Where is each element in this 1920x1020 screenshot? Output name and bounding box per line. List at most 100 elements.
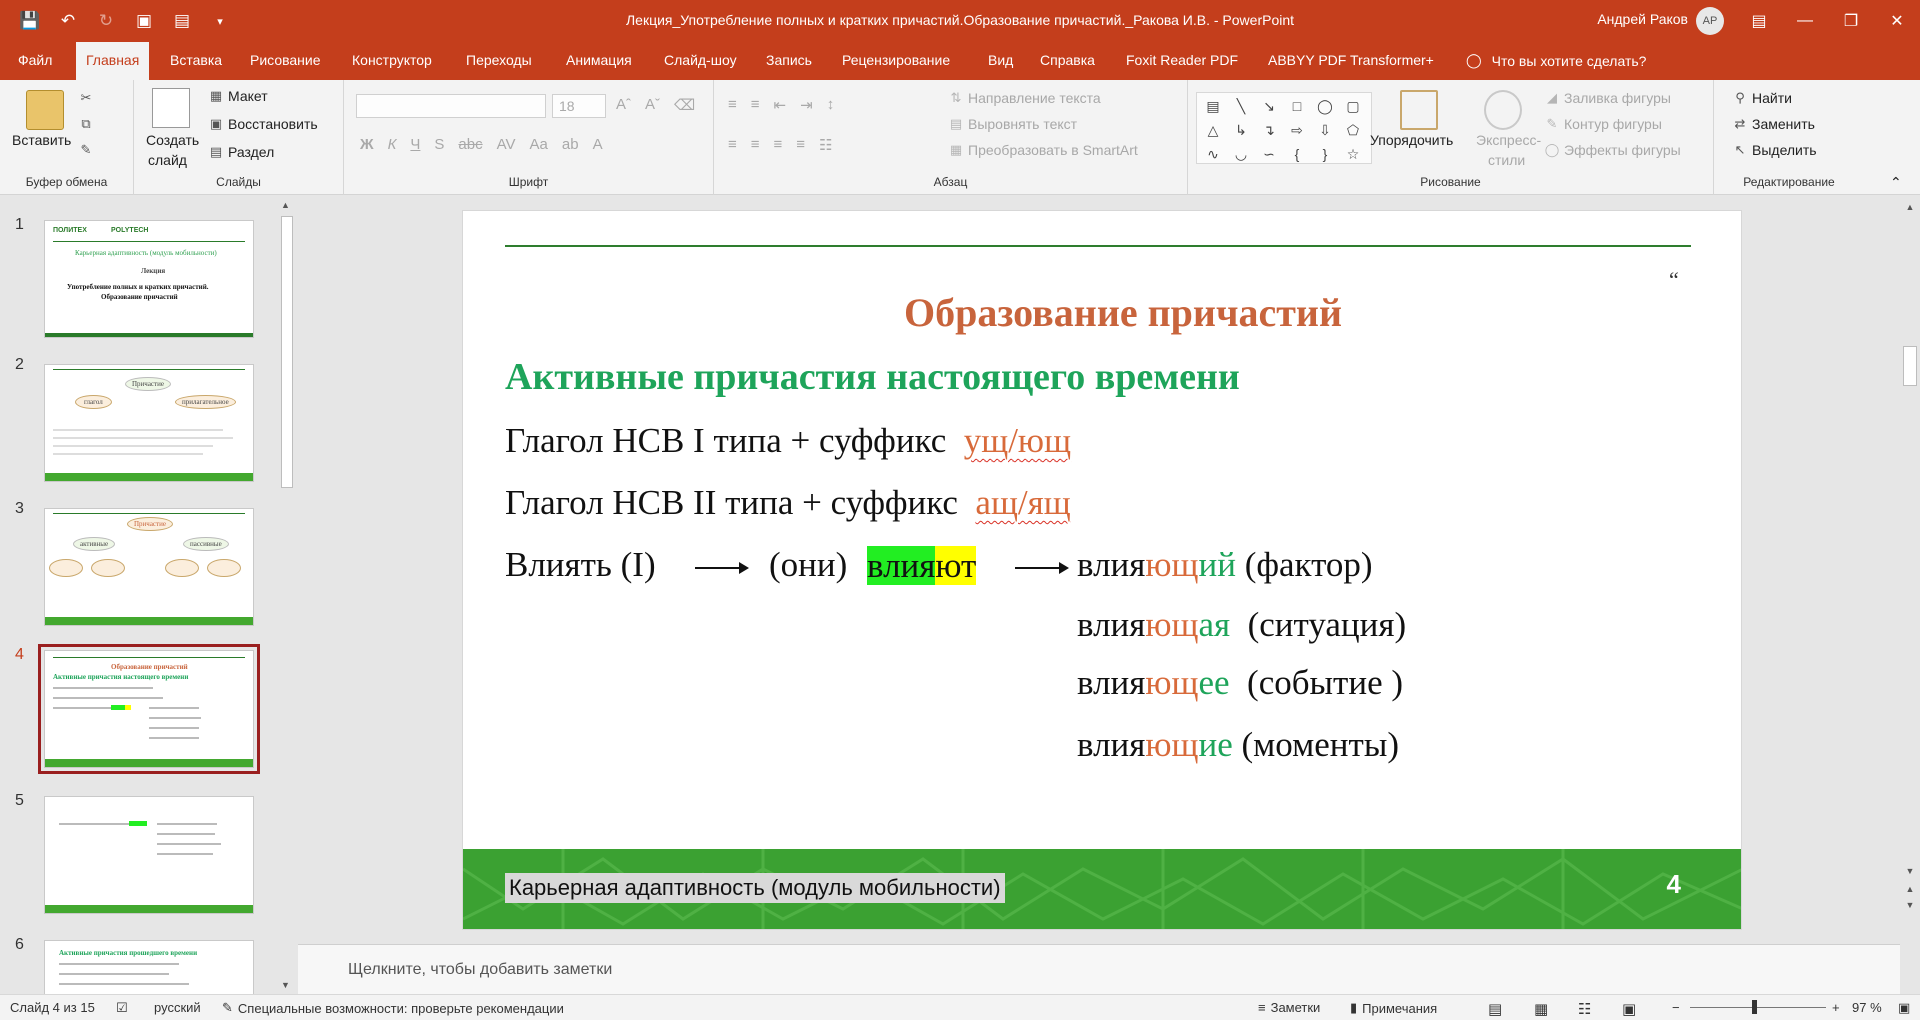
text-direction-button[interactable]: ⇅ Направление текста bbox=[948, 90, 1101, 106]
shape-fill-button[interactable]: ◢ Заливка фигуры bbox=[1544, 90, 1671, 106]
scroll-down-icon[interactable]: ▼ bbox=[1903, 864, 1917, 878]
tab-view[interactable]: Вид bbox=[988, 52, 1013, 68]
tab-home[interactable]: Главная bbox=[76, 42, 150, 80]
zoom-out-icon[interactable]: − bbox=[1672, 1000, 1680, 1015]
align-center-icon[interactable]: ≡ bbox=[751, 136, 760, 154]
participle-form-1[interactable]: влияющий (фактор) bbox=[1077, 545, 1373, 585]
slide-thumbnail-4[interactable]: Образование причастий Активные причастия… bbox=[38, 644, 260, 774]
wave-shape-icon[interactable]: ∽ bbox=[1257, 143, 1281, 165]
shape-outline-button[interactable]: ✎ Контур фигуры bbox=[1544, 116, 1662, 132]
reset-button[interactable]: ▣ Восстановить bbox=[208, 116, 318, 132]
example-form[interactable]: влияют bbox=[867, 545, 977, 587]
brace-left-shape-icon[interactable]: { bbox=[1285, 143, 1309, 165]
slideshow-view-icon[interactable]: ▣ bbox=[1622, 1000, 1636, 1018]
quick-styles-icon[interactable] bbox=[1484, 90, 1522, 130]
slide-canvas[interactable]: “ Образование причастий Активные причаст… bbox=[462, 210, 1742, 930]
format-painter-icon[interactable]: ✎ bbox=[78, 142, 94, 158]
arrow-line-shape-icon[interactable]: ↘ bbox=[1257, 95, 1281, 117]
select-button[interactable]: ↖ Выделить bbox=[1732, 142, 1817, 158]
thumbnails-scrollbar[interactable]: ▲ ▼ bbox=[278, 196, 296, 994]
quick-styles-button-line2[interactable]: стили bbox=[1488, 152, 1525, 168]
star-shape-icon[interactable]: ☆ bbox=[1341, 143, 1365, 165]
fit-slide-icon[interactable]: ▣ bbox=[1898, 1000, 1910, 1016]
curve-shape-icon[interactable]: ∿ bbox=[1201, 143, 1225, 165]
minimize-icon[interactable]: — bbox=[1782, 0, 1828, 42]
zoom-slider-thumb[interactable] bbox=[1752, 1000, 1757, 1014]
font-color-icon[interactable]: A bbox=[593, 136, 603, 153]
strikethrough-icon[interactable]: abc bbox=[458, 136, 482, 153]
layout-button[interactable]: ▦ Макет bbox=[208, 88, 268, 104]
paste-icon[interactable] bbox=[26, 90, 64, 130]
quick-styles-button[interactable]: Экспресс- bbox=[1476, 132, 1541, 148]
shape-effects-button[interactable]: ◯ Эффекты фигуры bbox=[1544, 142, 1681, 158]
down-arrow-shape-icon[interactable]: ⇩ bbox=[1313, 119, 1337, 141]
shadow-icon[interactable]: S bbox=[434, 136, 444, 153]
slide-counter[interactable]: Слайд 4 из 15 bbox=[10, 1000, 95, 1015]
tab-draw[interactable]: Рисование bbox=[250, 52, 321, 68]
decrease-indent-icon[interactable]: ⇤ bbox=[774, 96, 787, 114]
slide-thumbnail-5[interactable] bbox=[44, 796, 254, 914]
scroll-up-icon[interactable]: ▲ bbox=[281, 200, 290, 210]
bold-icon[interactable]: Ж bbox=[360, 136, 374, 153]
smartart-button[interactable]: ▦ Преобразовать в SmartArt bbox=[948, 142, 1138, 158]
user-name[interactable]: Андрей Раков bbox=[1597, 11, 1688, 27]
bullets-icon[interactable]: ≡ bbox=[728, 96, 737, 114]
spellcheck-icon[interactable]: ☑ bbox=[116, 1000, 128, 1016]
brace-right-shape-icon[interactable]: } bbox=[1313, 143, 1337, 165]
slide-thumbnail-1[interactable]: ПОЛИТЕХ POLYTECH Карьерная адаптивность … bbox=[44, 220, 254, 338]
participle-form-4[interactable]: влияющие (моменты) bbox=[1077, 725, 1399, 765]
align-right-icon[interactable]: ≡ bbox=[774, 136, 783, 154]
ribbon-display-icon[interactable]: ▤ bbox=[1736, 0, 1782, 42]
replace-button[interactable]: ⇄ Заменить bbox=[1732, 116, 1815, 132]
underline-icon[interactable]: Ч bbox=[410, 136, 420, 153]
participle-form-3[interactable]: влияющее (событие ) bbox=[1077, 663, 1403, 703]
example-they[interactable]: (они) bbox=[769, 545, 847, 585]
zoom-slider[interactable] bbox=[1690, 1007, 1826, 1008]
numbering-icon[interactable]: ≡ bbox=[751, 96, 760, 114]
accessibility-button[interactable]: ✎ Специальные возможности: проверьте реко… bbox=[222, 1000, 564, 1016]
tell-me-search[interactable]: ◯ Что вы хотите сделать? bbox=[1466, 52, 1646, 69]
slide-thumbnail-3[interactable]: Причастие активные пассивные bbox=[44, 508, 254, 626]
slide-thumbnail-6[interactable]: Активные причастия прошедшего времени bbox=[44, 940, 254, 994]
justify-icon[interactable]: ≡ bbox=[796, 136, 805, 154]
tab-design[interactable]: Конструктор bbox=[352, 52, 432, 68]
arrange-button[interactable]: Упорядочить bbox=[1370, 132, 1453, 148]
tab-animations[interactable]: Анимация bbox=[566, 52, 632, 68]
slide-scrollbar[interactable]: ▲ ▼ ▲ ▼ bbox=[1900, 196, 1920, 994]
avatar[interactable]: АР bbox=[1696, 7, 1724, 35]
oval-shape-icon[interactable]: ◯ bbox=[1313, 95, 1337, 117]
tab-transitions[interactable]: Переходы bbox=[466, 52, 532, 68]
align-left-icon[interactable]: ≡ bbox=[728, 136, 737, 154]
example-verb[interactable]: Влиять (I) bbox=[505, 545, 656, 585]
language-indicator[interactable]: русский bbox=[154, 1000, 201, 1015]
reading-view-icon[interactable]: ☷ bbox=[1578, 1000, 1591, 1018]
slide-title[interactable]: Образование причастий bbox=[463, 289, 1741, 336]
cut-icon[interactable]: ✂ bbox=[78, 90, 94, 106]
triangle-shape-icon[interactable]: △ bbox=[1201, 119, 1225, 141]
rectangle-shape-icon[interactable]: □ bbox=[1285, 95, 1309, 117]
previous-slide-icon[interactable]: ▲ bbox=[1903, 882, 1917, 896]
block-arrow-shape-icon[interactable]: ⇨ bbox=[1285, 119, 1309, 141]
zoom-level[interactable]: 97 % bbox=[1852, 1000, 1882, 1015]
italic-icon[interactable]: К bbox=[388, 136, 397, 153]
new-slide-button[interactable]: Создать bbox=[146, 132, 199, 148]
thumbnails-scroll-thumb[interactable] bbox=[281, 216, 293, 488]
notes-pane[interactable]: Щелкните, чтобы добавить заметки bbox=[298, 944, 1900, 994]
slide-thumbnail-2[interactable]: Причастие глагол прилагательное bbox=[44, 364, 254, 482]
normal-view-icon[interactable]: ▤ bbox=[1488, 1000, 1502, 1018]
tab-file[interactable]: Файл bbox=[18, 52, 52, 68]
line-spacing-icon[interactable]: ↕ bbox=[827, 96, 835, 114]
restore-icon[interactable]: ❐ bbox=[1828, 0, 1874, 42]
collapse-ribbon-icon[interactable]: ⌃ bbox=[1890, 174, 1902, 191]
font-size-field[interactable]: 18 bbox=[552, 94, 606, 118]
scroll-up-icon[interactable]: ▲ bbox=[1903, 200, 1917, 214]
scroll-down-icon[interactable]: ▼ bbox=[281, 980, 290, 990]
new-slide-button-line2[interactable]: слайд bbox=[148, 152, 187, 168]
elbow-shape-icon[interactable]: ↴ bbox=[1257, 119, 1281, 141]
slide-sorter-icon[interactable]: ▦ bbox=[1534, 1000, 1548, 1018]
participle-form-2[interactable]: влияющая (ситуация) bbox=[1077, 605, 1406, 645]
shapes-gallery[interactable]: ▤ ╲ ↘ □ ◯ ▢ △ ↳ ↴ ⇨ ⇩ ⬠ ∿ ◡ ∽{} ☆ bbox=[1196, 92, 1372, 164]
new-slide-icon[interactable] bbox=[152, 88, 190, 128]
font-name-field[interactable] bbox=[356, 94, 546, 118]
tab-slideshow[interactable]: Слайд-шоу bbox=[664, 52, 737, 68]
